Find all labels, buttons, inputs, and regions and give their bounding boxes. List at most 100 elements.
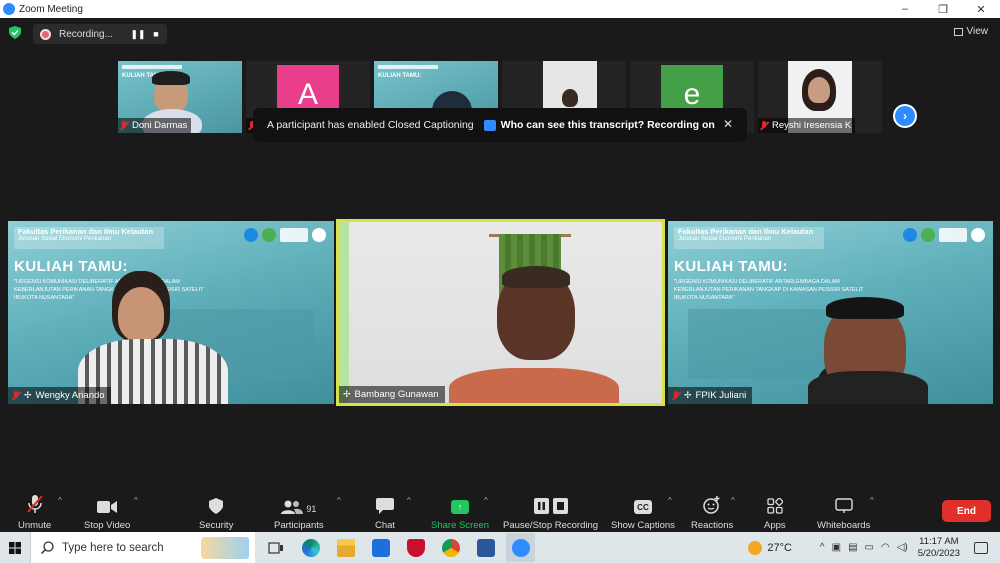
pin-icon: ✢ <box>24 390 32 400</box>
mcafee-button[interactable] <box>401 533 430 562</box>
reactions-label: Reactions <box>691 520 734 531</box>
share-options-chevron-icon[interactable]: ^ <box>484 496 488 505</box>
view-label: View <box>966 26 989 37</box>
file-explorer-button[interactable] <box>331 533 360 562</box>
captions-options-chevron-icon[interactable]: ^ <box>668 496 672 505</box>
recording-indicator: Recording... ❚❚ ■ <box>33 24 167 44</box>
mail-button[interactable] <box>366 533 395 562</box>
participants-button[interactable]: 91 Participants <box>274 494 324 531</box>
university-logo-icon <box>244 228 258 242</box>
notifications-icon[interactable] <box>974 541 988 554</box>
chat-options-chevron-icon[interactable]: ^ <box>407 496 411 505</box>
mic-muted-icon <box>672 390 680 401</box>
stop-video-button[interactable]: Stop Video <box>84 494 130 531</box>
clock-time: 11:17 AM <box>919 535 959 547</box>
temperature: 27°C <box>767 541 792 554</box>
pause-recording-button[interactable]: ❚❚ <box>129 26 147 42</box>
notification-message: A participant has enabled Closed Caption… <box>267 119 474 131</box>
weather-sun-icon <box>748 540 763 555</box>
view-button[interactable]: View <box>953 26 989 37</box>
pin-icon: ✢ <box>684 390 692 400</box>
zoom-taskbar-button[interactable] <box>506 533 535 562</box>
folder-icon <box>336 538 355 557</box>
show-captions-button[interactable]: CC Show Captions <box>611 494 675 531</box>
mic-muted-icon <box>760 120 768 131</box>
close-notification-button[interactable]: ✕ <box>723 117 733 131</box>
battery-icon[interactable]: ▭ <box>865 542 874 553</box>
end-meeting-button[interactable]: End <box>942 500 991 522</box>
partner-logo-icon <box>312 228 326 242</box>
task-view-button[interactable] <box>261 533 290 562</box>
video-tile[interactable]: Fakultas Perikanan dan Ilmu Kelautan Jur… <box>668 221 993 404</box>
chat-bubble-icon <box>376 498 395 514</box>
window-title: Zoom Meeting <box>19 3 83 15</box>
whiteboards-label: Whiteboards <box>817 520 871 531</box>
tray-app-icon[interactable]: ▣ <box>832 542 841 553</box>
participant-name-label: ✢ FPIK Juliani <box>668 387 753 404</box>
camera-icon <box>97 501 118 513</box>
weather-widget[interactable]: 27°C <box>748 540 792 555</box>
show-hidden-icons-chevron-icon[interactable]: ^ <box>820 542 825 553</box>
tray-app-icon[interactable]: ▤ <box>848 542 857 553</box>
whiteboards-options-chevron-icon[interactable]: ^ <box>870 496 874 505</box>
wifi-icon[interactable]: ◠ <box>881 542 890 553</box>
audio-options-chevron-icon[interactable]: ^ <box>58 496 62 505</box>
taskbar-search-box[interactable]: Type here to search <box>30 532 255 563</box>
active-speaker-tile[interactable]: ✢ Bambang Gunawan <box>336 219 665 406</box>
transcript-info-link[interactable]: Who can see this transcript? Recording o… <box>483 119 715 131</box>
pause-stop-recording-label: Pause/Stop Recording <box>503 520 599 531</box>
university-logo-icon <box>903 228 917 242</box>
participants-options-chevron-icon[interactable]: ^ <box>337 496 341 505</box>
chrome-button[interactable] <box>436 533 465 562</box>
participant-thumbnail[interactable]: KULIAH TAMU: Doni Darmas <box>118 61 242 133</box>
word-button[interactable] <box>471 533 500 562</box>
slide-department: Jurusan Sosial Ekonomi Perikanan <box>678 236 772 242</box>
unmute-button[interactable]: Unmute <box>18 494 51 531</box>
security-shield-icon[interactable] <box>9 26 21 39</box>
video-tile[interactable]: Fakultas Perikanan dan Ilmu Kelautan Jur… <box>8 221 334 404</box>
edge-browser-button[interactable] <box>296 533 325 562</box>
minimize-button[interactable]: – <box>886 0 924 18</box>
cc-icon: CC <box>633 500 652 514</box>
security-button[interactable]: Security <box>199 494 233 531</box>
reactions-options-chevron-icon[interactable]: ^ <box>731 496 735 505</box>
mail-icon <box>371 538 390 557</box>
pause-stop-icon <box>533 498 568 514</box>
chat-label: Chat <box>375 520 396 531</box>
apps-label: Apps <box>764 520 786 531</box>
close-window-button[interactable]: ✕ <box>962 0 1000 18</box>
share-screen-button[interactable]: ↑ Share Screen <box>431 494 489 531</box>
record-dot-icon <box>40 28 51 40</box>
zoom-app-icon <box>511 538 530 557</box>
avatar-letter: e <box>683 78 701 111</box>
reactions-button[interactable]: Reactions <box>691 494 733 531</box>
next-page-button[interactable]: › <box>893 104 917 128</box>
video-options-chevron-icon[interactable]: ^ <box>134 496 138 505</box>
participant-name: Wengky Ariando <box>35 390 105 401</box>
grid-view-icon <box>953 27 963 36</box>
security-label: Security <box>199 520 234 531</box>
taskbar-clock[interactable]: 11:17 AM 5/20/2023 <box>918 536 960 560</box>
system-tray: 27°C ^ ▣ ▤ ▭ ◠ ◁) 11:17 AM 5/20/2023 <box>748 532 1000 563</box>
apps-grid-icon <box>767 498 783 514</box>
captions-icon <box>483 119 496 131</box>
restore-button[interactable]: ❐ <box>924 0 962 18</box>
whiteboard-icon <box>834 498 853 513</box>
stop-recording-button[interactable]: ■ <box>147 26 165 42</box>
participant-name-label: ✢ Wengky Ariando <box>8 387 111 404</box>
participant-name: FPIK Juliani <box>695 390 747 401</box>
chrome-icon <box>441 538 460 557</box>
participants-count: 91 <box>306 504 317 514</box>
volume-icon[interactable]: ◁) <box>897 542 908 553</box>
task-view-icon <box>267 541 283 554</box>
start-button[interactable] <box>0 532 30 563</box>
participant-thumbnail[interactable]: Reyshi Iresensia K <box>758 61 882 133</box>
stop-video-label: Stop Video <box>84 520 131 531</box>
chat-button[interactable]: Chat <box>375 494 395 531</box>
participant-name-label: Reyshi Iresensia K <box>758 118 856 133</box>
slide-title: KULIAH TAMU: <box>14 258 129 275</box>
slide-title: KULIAH TAMU: <box>674 258 789 275</box>
whiteboards-button[interactable]: Whiteboards <box>817 494 870 531</box>
apps-button[interactable]: Apps <box>764 494 786 531</box>
pause-stop-recording-button[interactable]: Pause/Stop Recording <box>503 494 598 531</box>
